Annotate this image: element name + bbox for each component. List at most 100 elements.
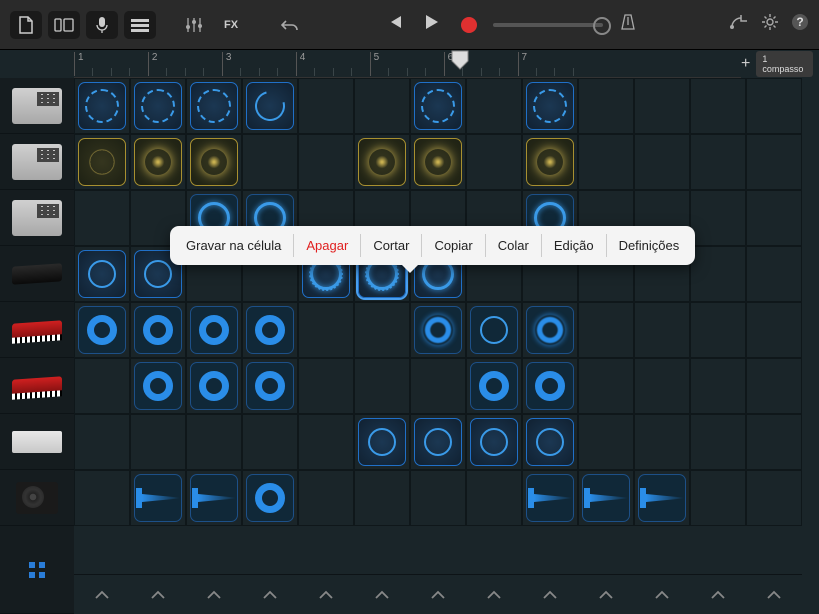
loop-cell[interactable] — [746, 190, 802, 246]
loop[interactable] — [246, 362, 294, 410]
track-header[interactable] — [0, 302, 74, 358]
loop-cell[interactable] — [690, 302, 746, 358]
loop-cell[interactable] — [130, 470, 186, 526]
column-trigger[interactable] — [522, 574, 578, 614]
loop-cell[interactable] — [354, 134, 410, 190]
loop[interactable] — [414, 418, 462, 466]
loop-cell[interactable] — [186, 358, 242, 414]
loop[interactable] — [638, 474, 686, 522]
loop-cell[interactable] — [690, 190, 746, 246]
loop-cell[interactable] — [634, 134, 690, 190]
loop-cell[interactable] — [466, 470, 522, 526]
loop-cell[interactable] — [130, 78, 186, 134]
column-trigger[interactable] — [354, 574, 410, 614]
menu-item[interactable]: Edição — [542, 234, 606, 257]
loop[interactable] — [246, 82, 294, 130]
loop-cell[interactable] — [74, 246, 130, 302]
loop-cell[interactable] — [578, 302, 634, 358]
loop[interactable] — [414, 138, 462, 186]
track-header[interactable] — [0, 470, 74, 526]
track-header[interactable] — [0, 78, 74, 134]
loop[interactable] — [526, 138, 574, 186]
column-trigger[interactable] — [410, 574, 466, 614]
loop-cell[interactable] — [578, 414, 634, 470]
loop-cell[interactable] — [466, 78, 522, 134]
playhead[interactable] — [451, 50, 469, 76]
loop-cell[interactable] — [746, 414, 802, 470]
loop-cell[interactable] — [186, 302, 242, 358]
column-trigger[interactable] — [690, 574, 746, 614]
loop-cell[interactable] — [298, 414, 354, 470]
settings-button[interactable] — [761, 13, 779, 36]
menu-item[interactable]: Cortar — [361, 234, 421, 257]
loop-cell[interactable] — [410, 470, 466, 526]
loop[interactable] — [414, 82, 462, 130]
track-header[interactable] — [0, 190, 74, 246]
help-button[interactable]: ? — [791, 13, 809, 36]
loop-cell[interactable] — [578, 78, 634, 134]
loop-cell[interactable] — [690, 134, 746, 190]
loop-cell[interactable] — [74, 470, 130, 526]
loop[interactable] — [526, 474, 574, 522]
loop-cell[interactable] — [690, 414, 746, 470]
loop-cell[interactable] — [690, 470, 746, 526]
menu-item[interactable]: Colar — [486, 234, 541, 257]
column-trigger[interactable] — [74, 574, 130, 614]
loop-cell[interactable] — [242, 414, 298, 470]
loop-cell[interactable] — [130, 134, 186, 190]
loop-cell[interactable] — [410, 414, 466, 470]
loop-cell[interactable] — [186, 78, 242, 134]
column-trigger[interactable] — [298, 574, 354, 614]
loop-cell[interactable] — [522, 414, 578, 470]
loop-cell[interactable] — [522, 358, 578, 414]
loop-cell[interactable] — [130, 414, 186, 470]
column-trigger[interactable] — [746, 574, 802, 614]
loop[interactable] — [246, 306, 294, 354]
loop-cell[interactable] — [466, 134, 522, 190]
loop[interactable] — [190, 306, 238, 354]
loop-cell[interactable] — [746, 302, 802, 358]
loop[interactable] — [470, 362, 518, 410]
column-trigger[interactable] — [130, 574, 186, 614]
loop-cell[interactable] — [746, 358, 802, 414]
loop-cell[interactable] — [466, 414, 522, 470]
loop-cell[interactable] — [690, 358, 746, 414]
loop-cell[interactable] — [74, 302, 130, 358]
section-length[interactable]: 1 compasso — [756, 51, 813, 77]
loop-cell[interactable] — [298, 134, 354, 190]
track-header[interactable] — [0, 246, 74, 302]
loop-cell[interactable] — [298, 470, 354, 526]
loop-cell[interactable] — [130, 358, 186, 414]
loop-cell[interactable] — [634, 302, 690, 358]
column-trigger[interactable] — [578, 574, 634, 614]
loop-cell[interactable] — [74, 414, 130, 470]
loop-cell[interactable] — [410, 134, 466, 190]
loop-cell[interactable] — [746, 470, 802, 526]
add-section-button[interactable]: + — [741, 55, 750, 73]
loop-cell[interactable] — [354, 302, 410, 358]
mixer-button[interactable] — [178, 11, 210, 39]
menu-item[interactable]: Apagar — [294, 234, 360, 257]
loop[interactable] — [526, 306, 574, 354]
loop-cell[interactable] — [354, 78, 410, 134]
menu-item[interactable]: Copiar — [422, 234, 484, 257]
tracks-button[interactable] — [124, 11, 156, 39]
loop-cell[interactable] — [578, 470, 634, 526]
loop-cell[interactable] — [74, 358, 130, 414]
loop-cell[interactable] — [522, 78, 578, 134]
loop-cell[interactable] — [74, 78, 130, 134]
track-header[interactable] — [0, 134, 74, 190]
column-trigger[interactable] — [466, 574, 522, 614]
column-trigger[interactable] — [242, 574, 298, 614]
column-trigger[interactable] — [186, 574, 242, 614]
loop-cell[interactable] — [466, 302, 522, 358]
loop-cell[interactable] — [242, 302, 298, 358]
loop-cell[interactable] — [522, 134, 578, 190]
metronome-button[interactable] — [619, 13, 637, 36]
loop[interactable] — [526, 362, 574, 410]
browser-button[interactable] — [48, 11, 80, 39]
volume-slider[interactable] — [493, 23, 603, 27]
loop-cell[interactable] — [354, 414, 410, 470]
loop-cell[interactable] — [634, 78, 690, 134]
loop-cell[interactable] — [578, 358, 634, 414]
